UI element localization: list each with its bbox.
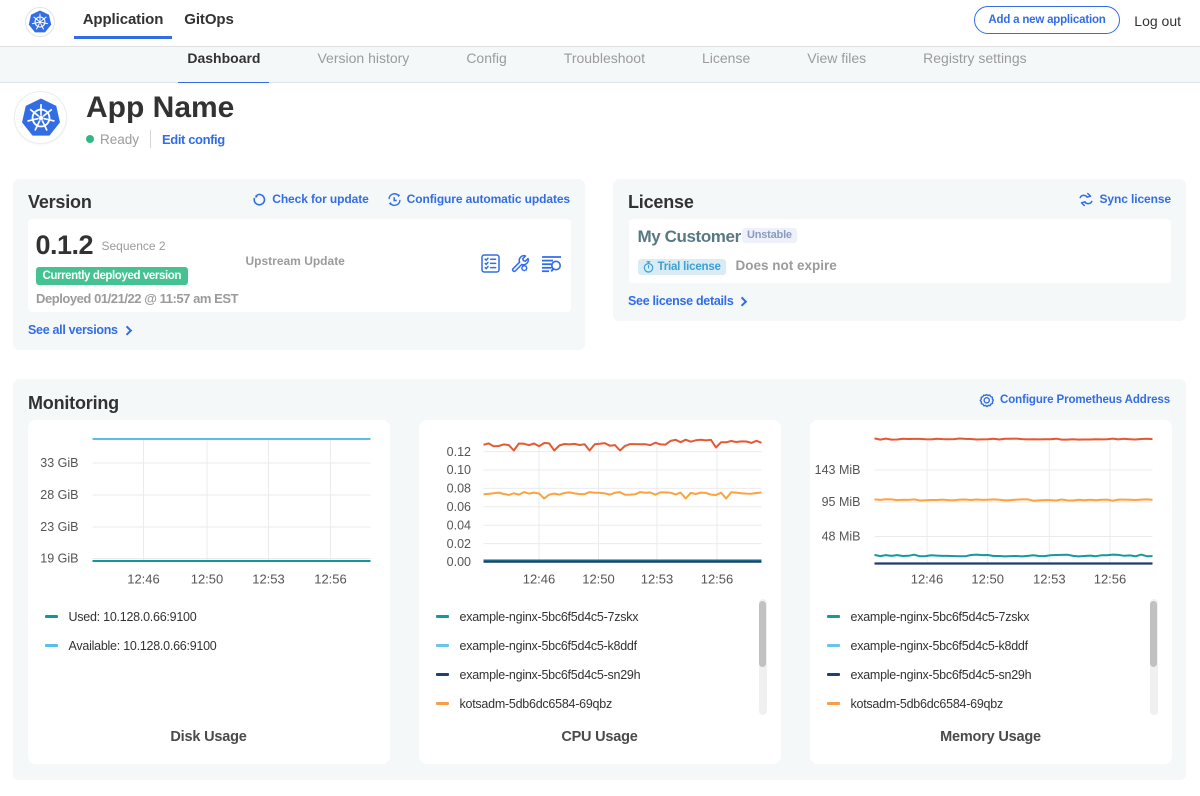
svg-text:0.02: 0.02: [446, 537, 470, 551]
svg-text:12:50: 12:50: [190, 572, 223, 587]
svg-text:23 GiB: 23 GiB: [40, 520, 78, 534]
svg-text:12:53: 12:53: [1033, 572, 1066, 587]
svg-text:19 GiB: 19 GiB: [40, 552, 78, 566]
svg-text:12:50: 12:50: [582, 572, 615, 587]
svg-text:95 MiB: 95 MiB: [821, 495, 860, 509]
svg-text:28 GiB: 28 GiB: [40, 488, 78, 502]
svg-text:12:46: 12:46: [127, 572, 160, 587]
svg-text:12:46: 12:46: [522, 572, 555, 587]
svg-text:33 GiB: 33 GiB: [40, 456, 78, 470]
svg-text:0.10: 0.10: [446, 463, 470, 477]
svg-text:12:56: 12:56: [314, 572, 347, 587]
svg-text:12:53: 12:53: [640, 572, 673, 587]
svg-text:12:56: 12:56: [700, 572, 733, 587]
svg-text:0.12: 0.12: [446, 445, 470, 459]
svg-text:143 MiB: 143 MiB: [814, 463, 860, 477]
svg-text:12:46: 12:46: [910, 572, 943, 587]
svg-text:0.04: 0.04: [446, 518, 470, 532]
svg-text:12:53: 12:53: [252, 572, 285, 587]
svg-text:0.08: 0.08: [446, 482, 470, 496]
svg-text:48 MiB: 48 MiB: [821, 530, 860, 544]
svg-text:0.06: 0.06: [446, 500, 470, 514]
svg-text:0.00: 0.00: [446, 555, 470, 569]
svg-text:12:56: 12:56: [1093, 572, 1126, 587]
svg-text:12:50: 12:50: [971, 572, 1004, 587]
